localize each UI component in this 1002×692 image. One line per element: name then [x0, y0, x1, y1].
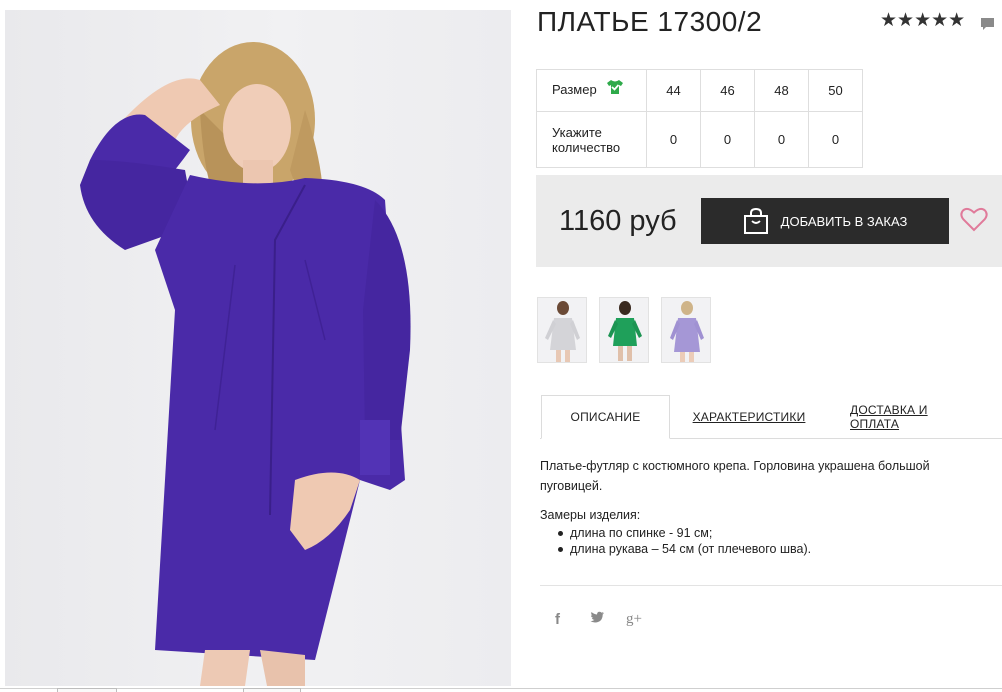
- quantity-label-line2: количество: [552, 139, 621, 155]
- measurement-sleeve-length: длина рукава – 54 см (от плечевого шва).: [556, 541, 980, 557]
- main-product-photo[interactable]: [5, 10, 511, 686]
- bottom-tab-1[interactable]: [57, 688, 117, 692]
- heart-icon[interactable]: [960, 206, 988, 237]
- twitter-icon[interactable]: [590, 611, 605, 628]
- add-to-order-button[interactable]: ДОБАВИТЬ В ЗАКАЗ: [701, 198, 949, 244]
- quantity-input-44[interactable]: 0: [646, 111, 701, 168]
- shirt-check-icon: [606, 79, 624, 98]
- measurements-title: Замеры изделия:: [540, 508, 641, 522]
- rating-stars-icon[interactable]: ★★★★★: [880, 9, 965, 32]
- size-44: 44: [646, 69, 701, 112]
- quantity-input-46[interactable]: 0: [700, 111, 755, 168]
- size-label: Размер: [552, 81, 597, 97]
- bag-icon: [743, 207, 768, 234]
- comment-icon[interactable]: [980, 17, 995, 32]
- measurements-list: длина по спинке - 91 см; длина рукава – …: [556, 525, 980, 557]
- measurement-back-length: длина по спинке - 91 см;: [556, 525, 980, 541]
- facebook-icon[interactable]: f: [555, 611, 560, 628]
- description-divider: [540, 585, 1002, 586]
- tab-delivery-payment[interactable]: ДОСТАВКА И ОПЛАТА: [850, 395, 980, 439]
- product-title: ПЛАТЬЕ 17300/2: [537, 6, 763, 37]
- quantity-input-50[interactable]: 0: [808, 111, 863, 168]
- thumbnail-lavender-dress[interactable]: [661, 297, 711, 363]
- price-panel: 1160 руб ДОБАВИТЬ В ЗАКАЗ: [536, 175, 1002, 267]
- bottom-divider: [0, 688, 1002, 692]
- quantity-label-line1: Укажите: [552, 124, 602, 140]
- quantity-input-48[interactable]: 0: [754, 111, 809, 168]
- add-to-order-label: ДОБАВИТЬ В ЗАКАЗ: [780, 213, 908, 229]
- size-46: 46: [700, 69, 755, 112]
- tab-characteristics[interactable]: ХАРАКТЕРИСТИКИ: [690, 395, 808, 439]
- quantity-label: Укажите количество: [536, 111, 647, 168]
- description-text: Платье-футляр с костюмного крепа. Горлов…: [540, 459, 930, 493]
- size-48: 48: [754, 69, 809, 112]
- description-content: Платье-футляр с костюмного крепа. Горлов…: [540, 456, 980, 557]
- google-plus-icon[interactable]: g+: [626, 611, 642, 628]
- size-table: Размер 44 46 48 50 Укажите количество 0 …: [536, 69, 863, 168]
- size-50: 50: [808, 69, 863, 112]
- thumbnail-grey-dress[interactable]: [537, 297, 587, 363]
- tab-description[interactable]: ОПИСАНИЕ: [541, 395, 670, 439]
- size-label-cell: Размер: [536, 69, 647, 112]
- thumbnail-green-dress[interactable]: [599, 297, 649, 363]
- bottom-tab-2[interactable]: [243, 688, 301, 692]
- product-price: 1160 руб: [559, 205, 677, 237]
